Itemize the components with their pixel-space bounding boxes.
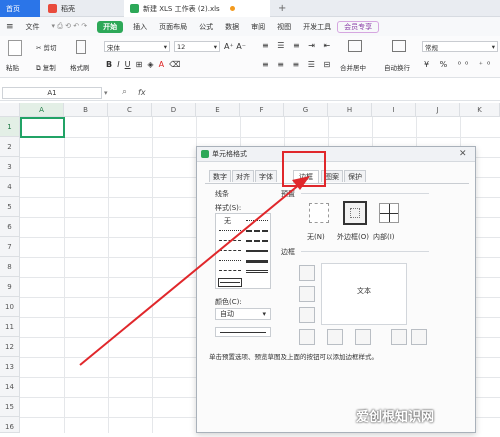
annotation-arrow xyxy=(79,176,310,366)
watermark-text: 爱创根知识网 xyxy=(356,410,435,425)
annotation-arrow-line xyxy=(79,183,301,366)
